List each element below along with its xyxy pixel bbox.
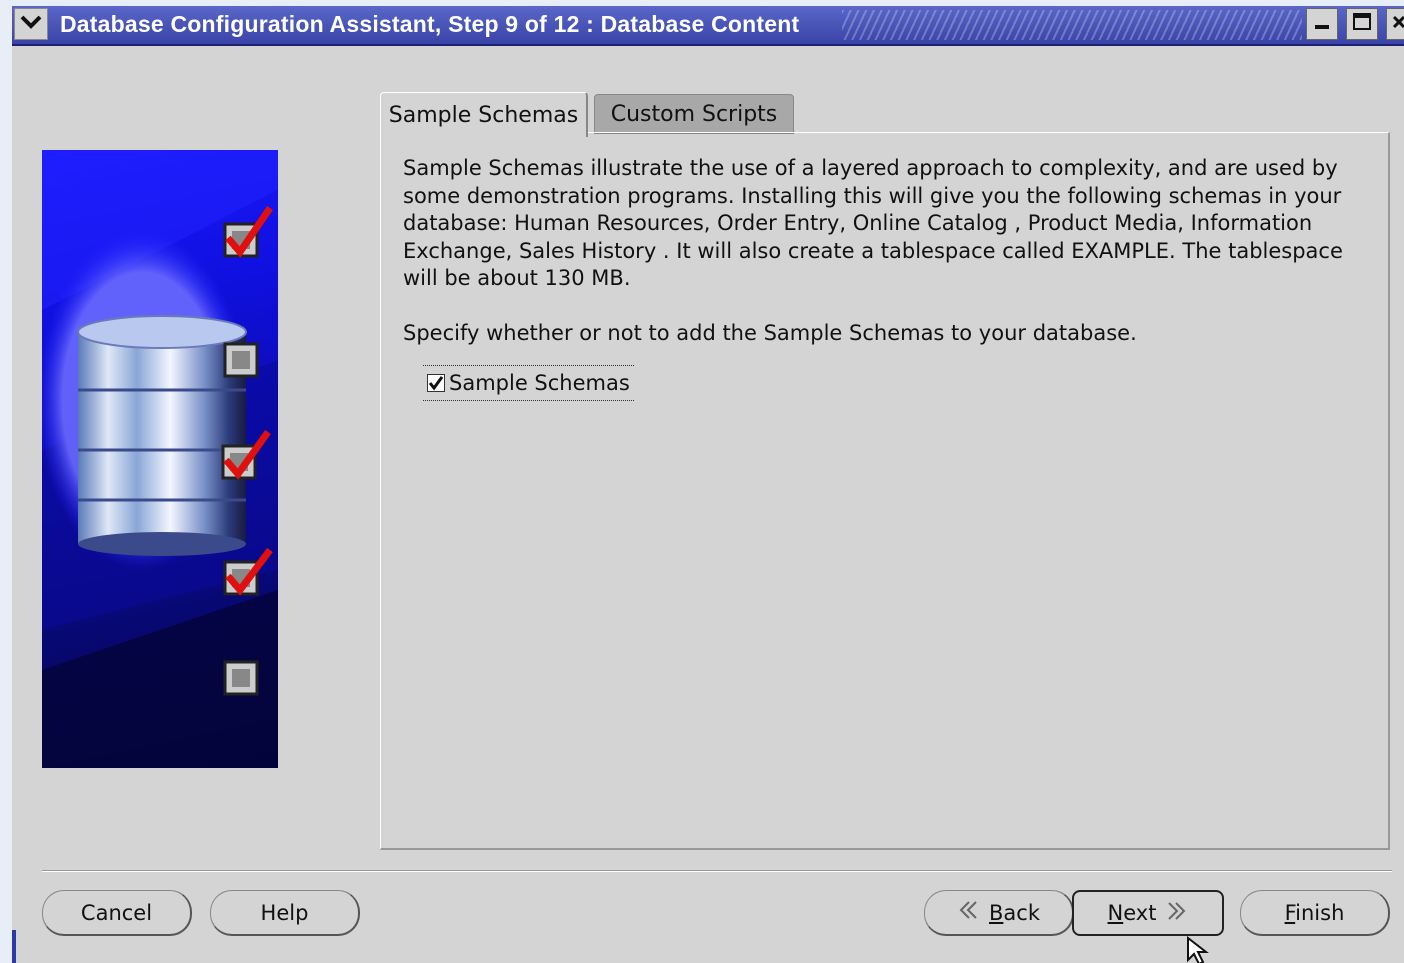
checkbox-checked-icon[interactable] <box>427 374 445 392</box>
button-bar-separator <box>42 870 1392 872</box>
close-icon <box>1390 14 1404 34</box>
back-label-rest: ack <box>1003 900 1040 925</box>
help-button[interactable]: Help <box>210 890 360 936</box>
step-checkbox-empty-icon <box>223 342 259 378</box>
tab-custom-scripts[interactable]: Custom Scripts <box>594 94 794 134</box>
finish-button[interactable]: Finish <box>1240 890 1390 936</box>
title-decoration <box>842 10 1302 40</box>
step-checkbox-empty-icon <box>223 660 259 696</box>
wizard-illustration <box>42 150 278 768</box>
minimize-icon <box>1313 13 1331 35</box>
cancel-button-label: Cancel <box>80 900 153 925</box>
sample-schemas-prompt: Specify whether or not to add the Sample… <box>403 321 1137 345</box>
window-title: Database Configuration Assistant, Step 9… <box>60 11 800 37</box>
next-mnemonic: N <box>1107 901 1124 925</box>
sample-schemas-description: Sample Schemas illustrate the use of a l… <box>403 156 1343 290</box>
title-bar[interactable]: Database Configuration Assistant, Step 9… <box>12 6 1404 46</box>
left-accent-strip <box>12 930 16 963</box>
back-button-label: Back <box>989 901 1040 925</box>
cancel-button[interactable]: Cancel <box>42 890 192 936</box>
tab-content-panel: Sample Schemas illustrate the use of a l… <box>380 132 1390 850</box>
minimize-button[interactable] <box>1306 8 1338 40</box>
close-button[interactable] <box>1386 8 1404 40</box>
chevron-right-double-icon <box>1166 901 1188 926</box>
database-cylinder-icon <box>77 315 247 556</box>
window-menu-button[interactable] <box>14 8 48 40</box>
chevron-left-double-icon <box>957 900 979 925</box>
maximize-button[interactable] <box>1346 8 1378 40</box>
back-button[interactable]: Back <box>924 890 1074 936</box>
sample-schemas-checkbox-label[interactable]: Sample Schemas <box>449 371 630 395</box>
maximize-icon <box>1352 12 1372 36</box>
sample-schemas-checkbox[interactable]: Sample Schemas <box>423 365 634 401</box>
tab-sample-schemas[interactable]: Sample Schemas <box>380 92 588 137</box>
chevron-down-icon <box>20 14 42 34</box>
finish-label-rest: inish <box>1295 900 1345 925</box>
back-mnemonic: B <box>989 900 1004 925</box>
next-label-rest: ext <box>1123 901 1157 925</box>
finish-mnemonic: F <box>1284 900 1296 925</box>
dbca-window: Database Configuration Assistant, Step 9… <box>12 6 1404 963</box>
finish-button-label: Finish <box>1285 901 1345 925</box>
mouse-pointer-icon <box>1186 935 1212 963</box>
next-button[interactable]: Next <box>1072 890 1224 936</box>
step-checkbox-checked-icon <box>223 206 273 258</box>
next-button-label: Next <box>1108 901 1157 925</box>
help-button-label: Help <box>260 900 309 925</box>
